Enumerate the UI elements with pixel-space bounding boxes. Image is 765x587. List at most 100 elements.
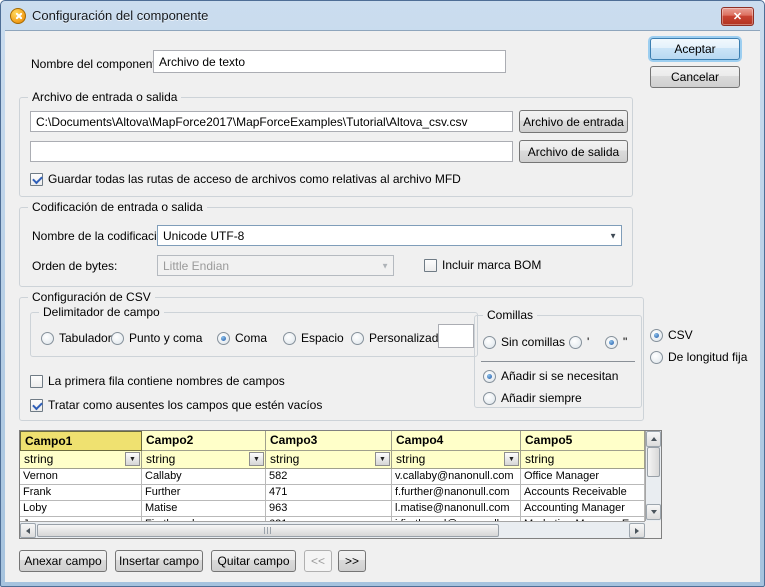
table-data-area: Vernon Callaby 582 v.callaby@nanonull.co… — [20, 469, 645, 521]
radio-coma[interactable]: Coma — [217, 331, 267, 345]
vertical-scroll-thumb[interactable] — [647, 447, 660, 477]
radio-anadir-siempre[interactable]: Añadir siempre — [483, 391, 582, 405]
file-group: Archivo de entrada o salida Archivo de e… — [19, 90, 633, 197]
table-cell: Office Manager — [521, 469, 645, 485]
radio-label: Espacio — [301, 331, 344, 345]
radio-icon — [111, 331, 124, 345]
table-cell: l.matise@nanonull.com — [392, 501, 521, 517]
type-select-campo1[interactable]: string ▼ — [20, 451, 142, 469]
column-header-campo3[interactable]: Campo3 — [266, 431, 392, 451]
radio-sin-comillas[interactable]: Sin comillas — [483, 335, 565, 349]
empty-missing-label: Tratar como ausentes los campos que esté… — [48, 398, 323, 412]
radio-comilla-doble[interactable]: " — [605, 335, 627, 349]
column-header-campo5[interactable]: Campo5 — [521, 431, 645, 451]
table-cell: Frank — [20, 485, 142, 501]
empty-missing-checkbox[interactable]: Tratar como ausentes los campos que esté… — [30, 398, 322, 412]
table-type-row: string ▼ string ▼ string ▼ string ▼ string — [20, 451, 645, 469]
chevron-down-icon[interactable]: ▼ — [249, 452, 264, 466]
encoding-name-label: Nombre de la codificación: — [32, 229, 174, 243]
component-settings-dialog: Configuración del componente ✕ Nombre de… — [0, 0, 765, 587]
csv-group-title: Configuración de CSV — [28, 290, 155, 304]
radio-icon — [351, 331, 364, 345]
input-file-path-field[interactable] — [30, 111, 513, 132]
radio-icon — [41, 331, 54, 345]
type-select-campo3[interactable]: string ▼ — [266, 451, 392, 469]
table-cell: Loby — [20, 501, 142, 517]
quotes-divider — [481, 361, 635, 362]
type-select-campo2[interactable]: string ▼ — [142, 451, 266, 469]
checkbox-unchecked-icon — [424, 258, 437, 272]
scrollbar-corner — [645, 521, 661, 538]
relative-paths-label: Guardar todas las rutas de acceso de arc… — [48, 172, 461, 186]
radio-icon — [569, 335, 582, 349]
table-cell: Matise — [142, 501, 266, 517]
remove-field-button[interactable]: Quitar campo — [211, 550, 296, 572]
radio-csv-mode[interactable]: CSV — [650, 328, 693, 342]
title-bar[interactable]: Configuración del componente ✕ — [1, 1, 764, 30]
column-header-campo2[interactable]: Campo2 — [142, 431, 266, 451]
file-group-title: Archivo de entrada o salida — [28, 90, 182, 104]
scroll-down-button[interactable] — [646, 504, 661, 520]
byte-order-value: Little Endian — [163, 258, 230, 273]
column-header-campo1[interactable]: Campo1 — [20, 431, 142, 451]
radio-tabulador[interactable]: Tabulador — [41, 331, 112, 345]
first-row-names-checkbox[interactable]: La primera fila contiene nombres de camp… — [30, 374, 285, 388]
radio-label: Añadir si se necesitan — [501, 369, 619, 383]
input-file-button[interactable]: Archivo de entrada — [519, 110, 628, 133]
previous-field-button[interactable]: << — [304, 550, 332, 572]
horizontal-scroll-thumb[interactable] — [37, 524, 499, 537]
table-row[interactable]: Vernon Callaby 582 v.callaby@nanonull.co… — [20, 469, 645, 485]
radio-anadir-si-se-necesitan[interactable]: Añadir si se necesitan — [483, 369, 618, 383]
radio-label: " — [623, 335, 628, 349]
triangle-up-icon — [650, 437, 657, 441]
window-title: Configuración del componente — [32, 8, 209, 23]
table-row[interactable]: Frank Further 471 f.further@nanonull.com… — [20, 485, 645, 501]
radio-personalizado[interactable]: Personalizado: — [351, 331, 448, 345]
column-header-campo4[interactable]: Campo4 — [392, 431, 521, 451]
accept-button[interactable]: Aceptar — [650, 38, 740, 60]
vertical-scrollbar[interactable] — [645, 431, 661, 521]
next-field-button[interactable]: >> — [338, 550, 366, 572]
radio-comilla-simple[interactable]: ' — [569, 335, 589, 349]
type-value: string — [146, 452, 176, 466]
table-row[interactable]: Loby Matise 963 l.matise@nanonull.com Ac… — [20, 501, 645, 517]
first-row-names-label: La primera fila contiene nombres de camp… — [48, 374, 285, 388]
radio-label: Coma — [235, 331, 268, 345]
encoding-group: Codificación de entrada o salida Nombre … — [19, 200, 633, 287]
relative-paths-checkbox[interactable]: Guardar todas las rutas de acceso de arc… — [30, 172, 461, 186]
type-value: string — [396, 452, 426, 466]
table-cell: f.further@nanonull.com — [392, 485, 521, 501]
chevron-down-icon[interactable]: ▼ — [504, 452, 519, 466]
type-select-campo5[interactable]: string — [521, 451, 645, 469]
radio-punto-y-coma[interactable]: Punto y coma — [111, 331, 202, 345]
quotes-group: Comillas Sin comillas ' " Añadir si se n… — [474, 308, 642, 408]
radio-selected-icon — [650, 328, 663, 342]
insert-field-button[interactable]: Insertar campo — [115, 550, 203, 572]
append-field-button[interactable]: Anexar campo — [19, 550, 107, 572]
custom-delimiter-input[interactable] — [438, 324, 474, 348]
dropdown-glyph: ▼ — [508, 455, 515, 463]
radio-fixed-length-mode[interactable]: De longitud fija — [650, 350, 747, 364]
component-icon — [10, 7, 26, 24]
radio-espacio[interactable]: Espacio — [283, 331, 344, 345]
scroll-up-button[interactable] — [646, 431, 661, 447]
dropdown-glyph: ▼ — [129, 455, 136, 463]
type-select-campo4[interactable]: string ▼ — [392, 451, 521, 469]
output-file-path-field[interactable] — [30, 141, 513, 162]
scroll-right-button[interactable] — [629, 523, 645, 538]
close-button[interactable]: ✕ — [721, 7, 754, 26]
radio-label: Personalizado: — [369, 331, 449, 345]
component-name-input[interactable] — [153, 50, 506, 73]
scroll-left-button[interactable] — [20, 523, 36, 538]
output-file-button[interactable]: Archivo de salida — [519, 140, 628, 163]
chevron-down-icon[interactable]: ▼ — [375, 452, 390, 466]
encoding-select[interactable]: Unicode UTF-8 ▼ — [157, 225, 622, 246]
horizontal-scrollbar[interactable] — [20, 521, 645, 538]
bom-checkbox[interactable]: Incluir marca BOM — [424, 258, 541, 272]
table-header-row: Campo1 Campo2 Campo3 Campo4 Campo5 — [20, 431, 645, 451]
bom-label: Incluir marca BOM — [442, 258, 542, 272]
cancel-button[interactable]: Cancelar — [650, 66, 740, 88]
triangle-down-icon — [650, 510, 657, 514]
chevron-down-icon[interactable]: ▼ — [125, 452, 140, 466]
table-cell: Accounts Receivable — [521, 485, 645, 501]
